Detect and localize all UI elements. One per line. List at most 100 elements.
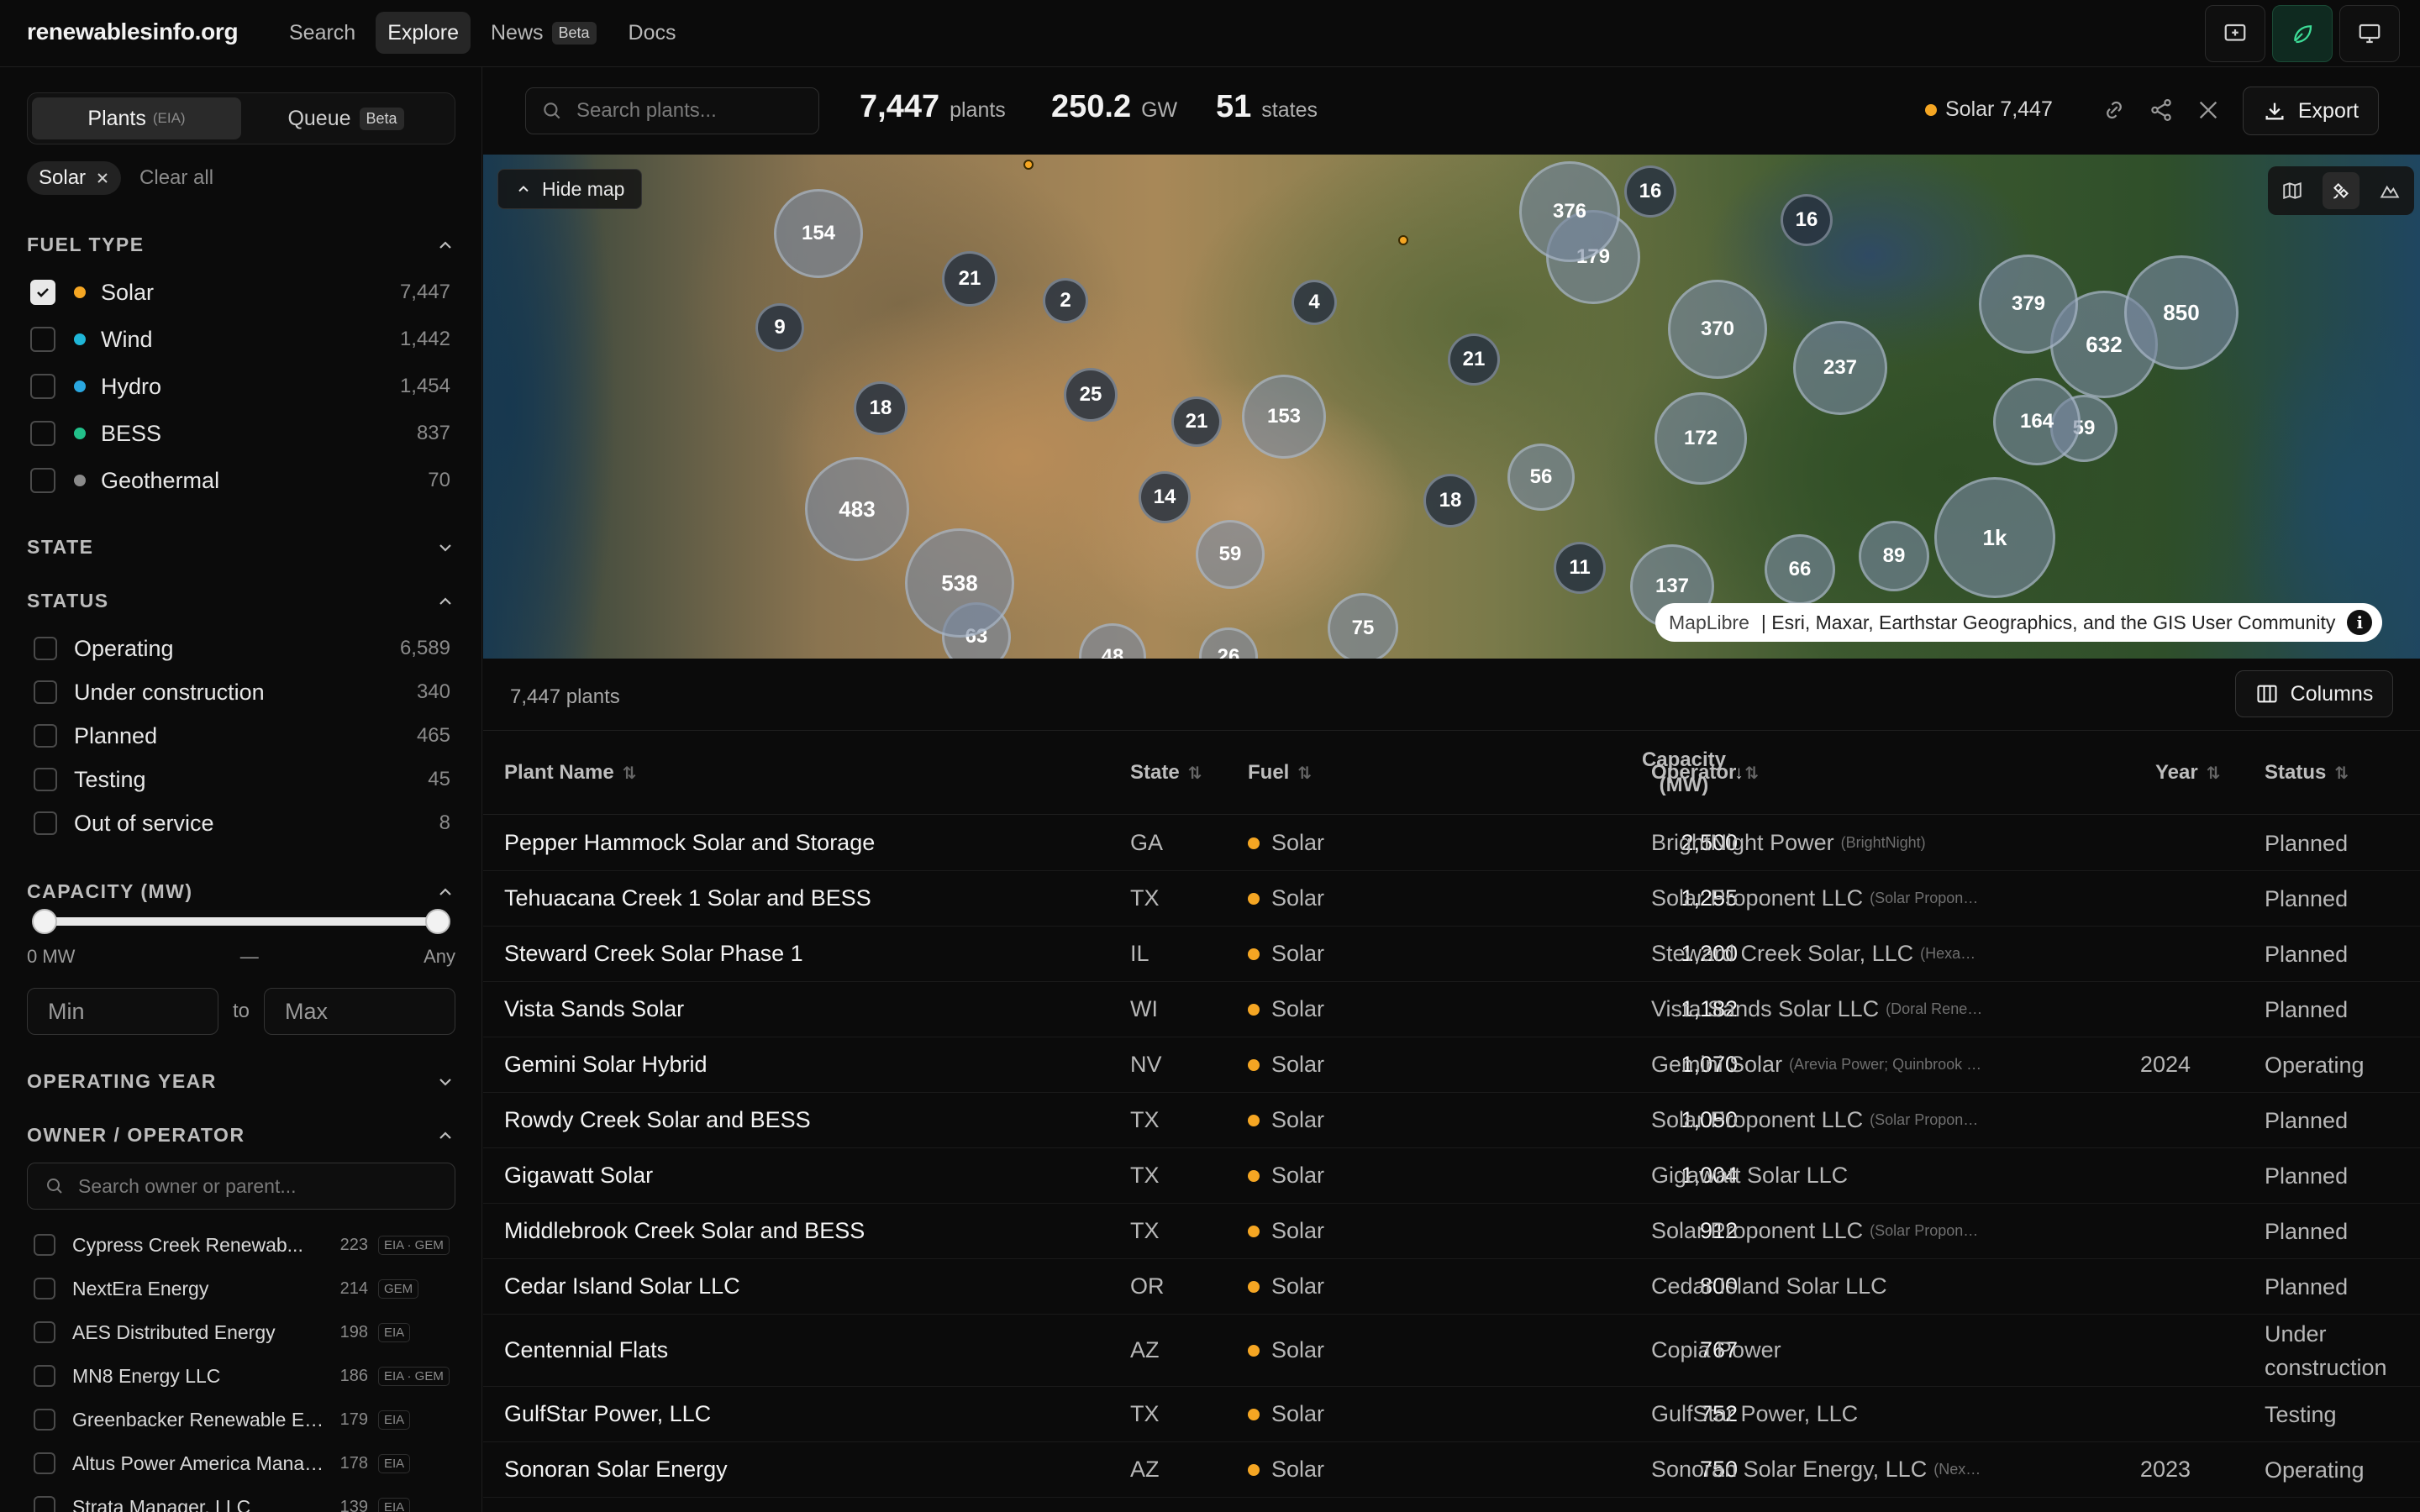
plant-name-cell[interactable]: Rowdy Creek Solar and BESS xyxy=(504,1093,1092,1147)
status-option[interactable]: Out of service 8 xyxy=(34,801,450,845)
map-cluster[interactable]: 18 xyxy=(854,381,908,435)
owner-option[interactable]: AES Distributed Energy 198 EIA xyxy=(34,1310,450,1354)
col-fuel[interactable]: Fuel ⇅ xyxy=(1248,731,1312,815)
map-style-satellite[interactable] xyxy=(2323,172,2360,209)
checkbox[interactable] xyxy=(34,1234,55,1256)
owner-option[interactable]: Greenbacker Renewable Ene... 179 EIA xyxy=(34,1398,450,1441)
map-cluster[interactable]: 25 xyxy=(1064,368,1118,422)
copy-link-button[interactable] xyxy=(2100,96,2128,124)
map-style-street[interactable] xyxy=(2274,172,2311,209)
fuel-option-solar[interactable]: Solar 7,447 xyxy=(30,269,450,316)
map-plant-marker[interactable] xyxy=(1023,160,1034,170)
map-cluster[interactable]: 379 xyxy=(1979,255,2078,354)
fuel-option-geothermal[interactable]: Geothermal 70 xyxy=(30,457,450,504)
map-cluster[interactable]: 483 xyxy=(805,457,909,561)
map-cluster[interactable]: 370 xyxy=(1668,280,1767,379)
map-cluster[interactable]: 850 xyxy=(2124,255,2238,370)
plant-name-cell[interactable]: Sonoran Solar Energy xyxy=(504,1442,1092,1497)
map-cluster[interactable]: 376 xyxy=(1519,161,1620,262)
status-option[interactable]: Testing 45 xyxy=(34,758,450,801)
theme-leaf-button[interactable] xyxy=(2272,5,2333,62)
capacity-max-input[interactable]: Max xyxy=(263,988,455,1035)
capacity-slider[interactable] xyxy=(32,909,450,934)
map-cluster[interactable]: 172 xyxy=(1655,392,1747,485)
checkbox[interactable] xyxy=(30,421,55,446)
checkbox[interactable] xyxy=(34,680,57,704)
table-row[interactable]: Steward Creek Solar Phase 1 IL Solar 1,200 S… xyxy=(483,927,2420,982)
info-icon[interactable]: i xyxy=(2347,610,2373,635)
map-cluster[interactable]: 2 xyxy=(1043,278,1088,323)
owner-option[interactable]: Altus Power America Manag... 178 EIA xyxy=(34,1441,450,1485)
checkbox[interactable] xyxy=(34,811,57,835)
map-cluster[interactable]: 16 xyxy=(1781,194,1833,246)
plant-name-cell[interactable]: Middlebrook Creek Solar and BESS xyxy=(504,1204,1092,1258)
operating-year-header[interactable]: OPERATING YEAR xyxy=(27,1070,455,1093)
map-cluster[interactable]: 237 xyxy=(1793,321,1887,415)
tab-queue[interactable]: Queue Beta xyxy=(241,97,450,139)
col-operator[interactable]: Operator ⇅ xyxy=(1651,731,1759,815)
capacity-min-input[interactable]: Min xyxy=(27,988,218,1035)
checkbox[interactable] xyxy=(34,1409,55,1431)
nav-explore[interactable]: Explore xyxy=(376,12,471,54)
fuel-option-bess[interactable]: BESS 837 xyxy=(30,410,450,457)
checkbox[interactable] xyxy=(30,374,55,399)
plant-name-cell[interactable]: GulfStar Power, LLC xyxy=(504,1387,1092,1441)
x-share-button[interactable] xyxy=(2194,96,2223,124)
table-row[interactable]: Cedar Island Solar LLC OR Solar 800 Cedar Is… xyxy=(483,1259,2420,1315)
filter-chip-solar[interactable]: Solar xyxy=(27,161,122,195)
tab-plants[interactable]: Plants (EIA) xyxy=(32,97,241,139)
columns-button[interactable]: Columns xyxy=(2235,670,2393,717)
map-cluster[interactable]: 14 xyxy=(1139,471,1191,523)
nav-docs[interactable]: Docs xyxy=(617,12,688,54)
map-cluster[interactable]: 26 xyxy=(1199,627,1258,659)
map-cluster[interactable]: 66 xyxy=(1765,534,1835,605)
plant-name-cell[interactable]: Centennial Flats xyxy=(504,1315,1092,1386)
map-cluster[interactable]: 56 xyxy=(1507,444,1575,511)
plants-map[interactable]: 26 48 75 63 137 538 66 11 89 1k 59 18 56 14 483 59 164 17… xyxy=(483,155,2420,659)
feedback-button[interactable] xyxy=(2205,5,2265,62)
table-row[interactable]: Centennial Flats AZ Solar 767 Copia Power Und… xyxy=(483,1315,2420,1387)
owner-header[interactable]: OWNER / OPERATOR xyxy=(27,1124,455,1147)
fuel-option-hydro[interactable]: Hydro 1,454 xyxy=(30,363,450,410)
plant-name-cell[interactable]: Tehuacana Creek 1 Solar and BESS xyxy=(504,871,1092,926)
plant-search-input[interactable]: Search plants... xyxy=(525,87,819,134)
owner-option[interactable]: MN8 Energy LLC 186 EIA · GEM xyxy=(34,1354,450,1398)
owner-option[interactable]: Strata Manager, LLC 139 EIA xyxy=(34,1485,450,1512)
table-row[interactable]: GulfStar Power, LLC TX Solar 752 GulfStar Po… xyxy=(483,1387,2420,1442)
checkbox[interactable] xyxy=(34,1321,55,1343)
map-cluster[interactable]: 59 xyxy=(1196,520,1265,589)
plant-name-cell[interactable]: Gemini Solar Hybrid xyxy=(504,1037,1092,1092)
map-cluster[interactable]: 21 xyxy=(1448,333,1500,386)
map-cluster[interactable]: 154 xyxy=(774,189,863,278)
table-row[interactable]: Rowdy Creek Solar and BESS TX Solar 1,050 So… xyxy=(483,1093,2420,1148)
owner-option[interactable]: NextEra Energy 214 GEM xyxy=(34,1267,450,1310)
table-row[interactable]: Pepper Hammock Solar and Storage GA Solar 2… xyxy=(483,816,2420,871)
nav-search[interactable]: Search xyxy=(277,12,367,54)
col-state[interactable]: State ⇅ xyxy=(1130,731,1202,815)
checkbox[interactable] xyxy=(34,637,57,660)
display-button[interactable] xyxy=(2339,5,2400,62)
share-button[interactable] xyxy=(2147,96,2175,124)
maplibre-link[interactable]: MapLibre xyxy=(1669,612,1749,634)
map-cluster[interactable]: 21 xyxy=(942,251,997,307)
nav-news[interactable]: News Beta xyxy=(479,12,608,54)
map-plant-marker[interactable] xyxy=(1398,235,1408,245)
export-button[interactable]: Export xyxy=(2243,87,2379,135)
table-row[interactable]: Gigawatt Solar TX Solar 1,004 Gigawatt Solar… xyxy=(483,1148,2420,1204)
table-row[interactable]: Sonoran Solar Energy AZ Solar 750 Sonoran So… xyxy=(483,1442,2420,1498)
col-plant-name[interactable]: Plant Name ⇅ xyxy=(504,731,636,815)
map-cluster[interactable]: 89 xyxy=(1859,521,1929,591)
status-option[interactable]: Planned 465 xyxy=(34,714,450,758)
map-cluster[interactable]: 48 xyxy=(1079,623,1146,659)
table-row[interactable]: Gemini Solar Hybrid NV Solar 1,070 Gemini So… xyxy=(483,1037,2420,1093)
checkbox[interactable] xyxy=(30,468,55,493)
status-option[interactable]: Operating 6,589 xyxy=(34,627,450,670)
plant-name-cell[interactable]: Cedar Island Solar LLC xyxy=(504,1259,1092,1314)
capacity-max-handle[interactable] xyxy=(425,909,450,934)
map-cluster[interactable]: 153 xyxy=(1242,375,1326,459)
map-cluster[interactable]: 11 xyxy=(1554,542,1606,594)
brand-logo[interactable]: renewablesinfo.org xyxy=(27,18,239,45)
fuel-type-header[interactable]: FUEL TYPE xyxy=(27,234,455,256)
state-header[interactable]: STATE xyxy=(27,536,455,559)
checkbox[interactable] xyxy=(30,327,55,352)
